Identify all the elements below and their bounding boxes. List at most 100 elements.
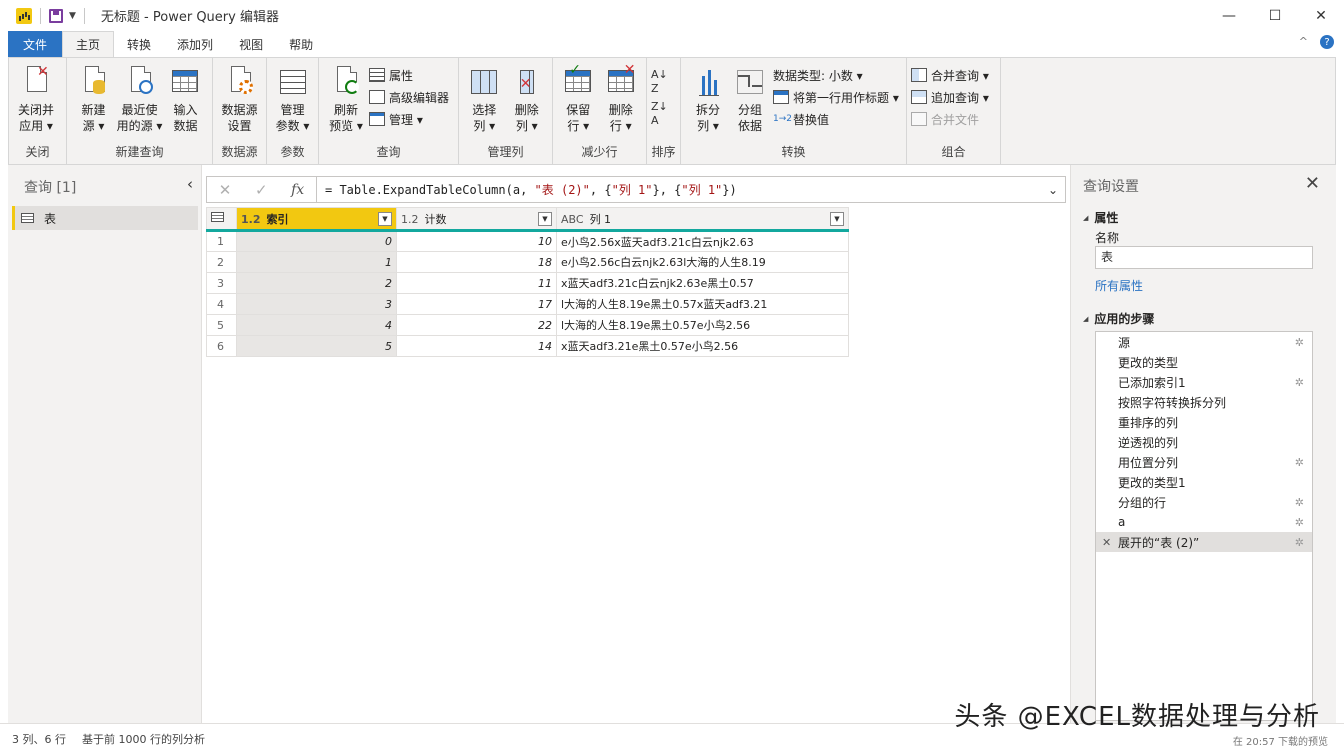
filter-dropdown-icon[interactable]: ▼ <box>378 211 392 226</box>
group-label-close: 关闭 <box>25 145 50 159</box>
cell-count[interactable]: 11 <box>396 272 557 294</box>
tab-home[interactable]: 主页 <box>62 31 115 57</box>
parameters-icon <box>279 70 306 94</box>
table-menu-icon[interactable] <box>206 207 237 232</box>
cell-count[interactable]: 10 <box>396 230 557 252</box>
cell-index[interactable]: 4 <box>236 314 397 336</box>
cancel-formula-icon[interactable]: ✕ <box>219 181 232 199</box>
column-profiling-status[interactable]: 基于前 1000 行的列分析 <box>82 731 205 747</box>
cell-text[interactable]: e小鸟2.56c白云njk2.63l大海的人生8.19 <box>556 251 849 273</box>
properties-section[interactable]: 属性 <box>1083 209 1118 226</box>
maximize-button[interactable]: ☐ <box>1252 0 1298 31</box>
collapse-ribbon-icon[interactable]: ^ <box>1299 35 1308 49</box>
cell-index[interactable]: 3 <box>236 293 397 315</box>
tab-add-column[interactable]: 添加列 <box>164 31 226 57</box>
use-first-row-headers-button[interactable]: 将第一行用作标题 ▾ <box>773 88 899 106</box>
applied-step[interactable]: ✕ 展开的“表 (2)” ✲ <box>1096 532 1312 552</box>
keep-rows-label: 保留 行 ▾ <box>566 103 591 133</box>
applied-step[interactable]: 分组的行 ✲ <box>1096 492 1312 512</box>
expand-formula-icon[interactable]: ⌄ <box>1041 183 1065 197</box>
group-label-sort: 排序 <box>651 145 676 159</box>
properties-label: 属性 <box>389 68 414 83</box>
row-number[interactable]: 4 <box>206 293 237 315</box>
text-type-icon[interactable]: ABC <box>561 213 584 226</box>
cell-text[interactable]: l大海的人生8.19e黑土0.57x蓝天adf3.21 <box>556 293 849 315</box>
replace-values-button[interactable]: 1→2 替换值 <box>773 110 899 128</box>
filter-dropdown-icon[interactable]: ▼ <box>830 211 844 226</box>
filter-dropdown-icon[interactable]: ▼ <box>538 211 552 226</box>
properties-button[interactable]: 属性 <box>369 66 449 84</box>
query-name-input[interactable]: 表 <box>1095 246 1313 269</box>
quick-access-dropdown-icon[interactable]: ▼ <box>69 11 76 21</box>
applied-step[interactable]: 源 ✲ <box>1096 332 1312 352</box>
cell-count[interactable]: 14 <box>396 335 557 357</box>
step-settings-gear-icon[interactable]: ✲ <box>1295 536 1304 549</box>
tab-view[interactable]: 视图 <box>226 31 276 57</box>
commit-formula-icon[interactable]: ✓ <box>255 181 268 199</box>
applied-step[interactable]: 更改的类型1 <box>1096 472 1312 492</box>
minimize-button[interactable]: — <box>1206 0 1252 31</box>
step-settings-gear-icon[interactable]: ✲ <box>1295 376 1304 389</box>
formula-input[interactable]: = Table.ExpandTableColumn(a, "表 (2)", {"… <box>317 181 1041 198</box>
append-queries-button[interactable]: 追加查询 ▾ <box>911 88 989 106</box>
applied-step[interactable]: 按照字符转换拆分列 <box>1096 392 1312 412</box>
collapse-panel-icon[interactable]: ‹ <box>187 175 193 193</box>
all-properties-link[interactable]: 所有属性 <box>1095 277 1143 294</box>
combine-files-button[interactable]: 合并文件 <box>911 110 989 128</box>
tab-file[interactable]: 文件 <box>8 31 63 57</box>
applied-step[interactable]: 已添加索引1 ✲ <box>1096 372 1312 392</box>
cell-index[interactable]: 1 <box>236 251 397 273</box>
sort-ascending-icon[interactable]: A↓ Z <box>651 66 668 96</box>
cell-text[interactable]: e小鸟2.56x蓝天adf3.21c白云njk2.63 <box>556 230 849 252</box>
cell-index[interactable]: 5 <box>236 335 397 357</box>
row-number[interactable]: 6 <box>206 335 237 357</box>
applied-steps-section[interactable]: 应用的步骤 <box>1083 310 1154 327</box>
applied-step[interactable]: 更改的类型 <box>1096 352 1312 372</box>
row-number[interactable]: 2 <box>206 251 237 273</box>
save-icon[interactable] <box>49 8 63 23</box>
advanced-editor-button[interactable]: 高级编辑器 <box>369 88 449 106</box>
applied-step[interactable]: 用位置分列 ✲ <box>1096 452 1312 472</box>
merge-queries-button[interactable]: 合并查询 ▾ <box>911 66 989 84</box>
row-number[interactable]: 1 <box>206 230 237 252</box>
delete-step-icon[interactable]: ✕ <box>1102 536 1111 549</box>
tab-transform[interactable]: 转换 <box>114 31 164 57</box>
step-settings-gear-icon[interactable]: ✲ <box>1295 496 1304 509</box>
cell-index[interactable]: 2 <box>236 272 397 294</box>
cell-text[interactable]: x蓝天adf3.21e黑土0.57e小鸟2.56 <box>556 335 849 357</box>
replace-icon: 1→2 <box>773 114 792 124</box>
tab-help[interactable]: 帮助 <box>276 31 326 57</box>
row-number[interactable]: 5 <box>206 314 237 336</box>
column-header-index[interactable]: 1.2 索引 ▼ <box>236 207 397 232</box>
help-icon[interactable]: ? <box>1320 35 1334 49</box>
cell-count[interactable]: 18 <box>396 251 557 273</box>
group-close: ✕ 关闭并 应用 ▾ 关闭 <box>9 58 67 164</box>
decimal-type-icon[interactable]: 1.2 <box>241 213 261 226</box>
cell-count[interactable]: 22 <box>396 314 557 336</box>
cell-index[interactable]: 0 <box>236 230 397 252</box>
column-header-col1[interactable]: ABC 列 1 ▼ <box>556 207 849 232</box>
query-item[interactable]: 表 <box>12 206 198 230</box>
decimal-type-icon[interactable]: 1.2 <box>401 213 419 226</box>
fx-icon[interactable]: fx <box>291 182 304 198</box>
append-queries-label: 追加查询 ▾ <box>931 90 989 105</box>
close-settings-icon[interactable]: ✕ <box>1305 173 1320 194</box>
applied-step[interactable]: 逆透视的列 <box>1096 432 1312 452</box>
sort-descending-icon[interactable]: Z↓ A <box>651 98 668 128</box>
column-header-count[interactable]: 1.2 计数 ▼ <box>396 207 557 232</box>
table-icon <box>21 213 34 223</box>
data-type-dropdown[interactable]: 数据类型: 小数 ▾ <box>773 66 899 84</box>
row-number[interactable]: 3 <box>206 272 237 294</box>
cell-count[interactable]: 17 <box>396 293 557 315</box>
replace-values-label: 替换值 <box>793 112 830 127</box>
close-button[interactable]: ✕ <box>1298 0 1344 31</box>
manage-query-button[interactable]: 管理 ▾ <box>369 110 449 128</box>
cell-text[interactable]: l大海的人生8.19e黑土0.57e小鸟2.56 <box>556 314 849 336</box>
step-settings-gear-icon[interactable]: ✲ <box>1295 336 1304 349</box>
cell-text[interactable]: x蓝天adf3.21c白云njk2.63e黑土0.57 <box>556 272 849 294</box>
step-settings-gear-icon[interactable]: ✲ <box>1295 516 1304 529</box>
applied-step-label: 更改的类型1 <box>1118 475 1186 490</box>
applied-step[interactable]: 重排序的列 <box>1096 412 1312 432</box>
applied-step[interactable]: a ✲ <box>1096 512 1312 532</box>
step-settings-gear-icon[interactable]: ✲ <box>1295 456 1304 469</box>
